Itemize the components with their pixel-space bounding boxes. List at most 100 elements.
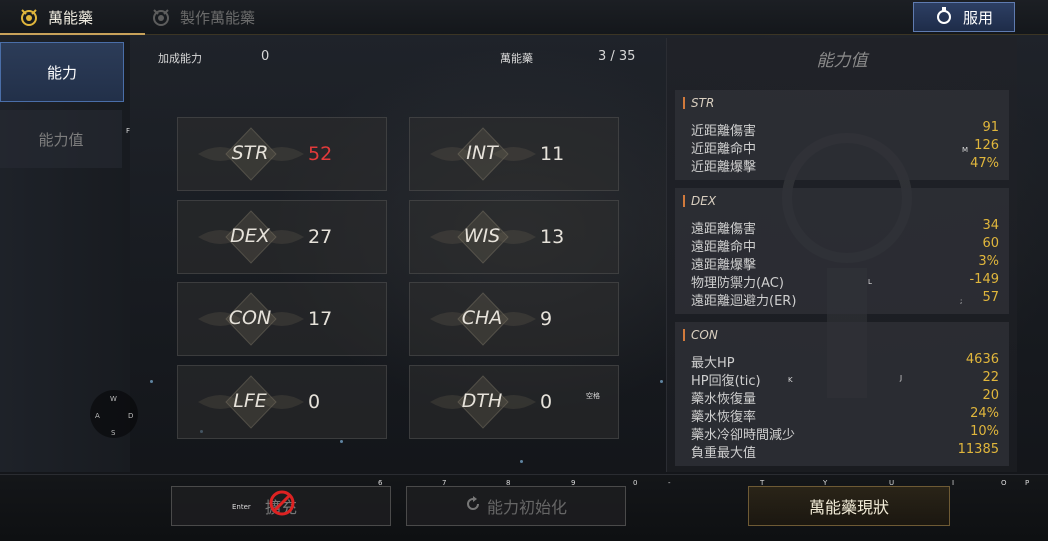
key-hint-w: W bbox=[110, 395, 117, 403]
stat-detail-value: 24% bbox=[970, 406, 999, 421]
stat-detail-value: 126 bbox=[974, 138, 999, 153]
top-bar: 萬能藥 製作萬能藥 服用 bbox=[0, 0, 1048, 35]
tab-craft-elixir[interactable]: 製作萬能藥 bbox=[150, 0, 255, 34]
prohibited-icon bbox=[269, 490, 295, 516]
section-dex: DEX 遠距離傷害 34 遠距離命中 60 遠距離爆擊 3% 物理防禦力(AC) -149 遠距… bbox=[675, 188, 1009, 314]
stat-value: 11 bbox=[540, 143, 565, 165]
elixir-emblem-icon bbox=[18, 6, 40, 28]
key-hint-p: P bbox=[1025, 479, 1030, 487]
stat-detail-value: 3% bbox=[978, 254, 999, 269]
menu-item-ability-value[interactable]: 能力值 bbox=[0, 110, 122, 168]
stat-detail-label: 近距離爆擊 bbox=[691, 160, 757, 175]
key-hint-0: 0 bbox=[633, 479, 638, 487]
stat-detail-row: 藥水恢復量 20 bbox=[691, 388, 999, 407]
stat-detail-value: 10% bbox=[970, 424, 999, 439]
stat-name: STR bbox=[231, 142, 269, 164]
reset-ability-label: 能力初始化 bbox=[486, 498, 567, 517]
stat-name: DTH bbox=[461, 390, 503, 412]
key-hint-t: T bbox=[760, 479, 765, 487]
key-hint-8: 8 bbox=[506, 479, 511, 487]
key-hint-9: 9 bbox=[571, 479, 576, 487]
stat-detail-row: 近距離傷害 91 bbox=[691, 120, 999, 139]
menu-item-ability-value-label: 能力值 bbox=[38, 130, 84, 149]
movement-joystick[interactable]: W A D S bbox=[90, 390, 138, 438]
stat-value: 9 bbox=[540, 308, 553, 330]
key-hint-6: 6 bbox=[378, 479, 383, 487]
section-con: CON 最大HP 4636 HP回復(tic) 22 藥水恢復量 20 藥水恢復率 24% 藥水… bbox=[675, 322, 1009, 466]
use-button[interactable]: 服用 bbox=[913, 2, 1015, 32]
stat-card-wis[interactable]: WIS 13 bbox=[409, 200, 619, 274]
menu-item-ability[interactable]: 能力 bbox=[0, 42, 124, 102]
elixir-status-button[interactable]: 萬能藥現狀 bbox=[748, 486, 950, 526]
key-hint-enter: Enter bbox=[232, 503, 251, 511]
panel-title: 能力值 bbox=[816, 51, 868, 71]
stat-detail-row: 最大HP 4636 bbox=[691, 352, 999, 371]
key-hint-d: D bbox=[128, 412, 134, 420]
stat-value: 0 bbox=[308, 391, 321, 413]
key-hint-m: M bbox=[962, 146, 969, 154]
stat-card-con[interactable]: CON 17 bbox=[177, 282, 387, 356]
stat-name: CON bbox=[228, 307, 272, 329]
stat-card-str[interactable]: STR 52 bbox=[177, 117, 387, 191]
stat-name: INT bbox=[466, 142, 498, 164]
stat-detail-row: 物理防禦力(AC) -149 bbox=[691, 272, 999, 291]
expand-button[interactable]: Enter 擴充 bbox=[171, 486, 391, 526]
stat-value: 0 bbox=[540, 391, 553, 413]
stat-card-int[interactable]: INT 11 bbox=[409, 117, 619, 191]
stat-detail-row: 藥水冷卻時間減少 10% bbox=[691, 424, 999, 443]
stat-detail-label: 藥水恢復率 bbox=[691, 410, 757, 425]
stat-detail-label: 物理防禦力(AC) bbox=[691, 276, 784, 291]
key-hint-l: L bbox=[868, 278, 872, 286]
particle bbox=[520, 460, 523, 463]
stat-detail-value: 47% bbox=[970, 156, 999, 171]
section-str-title: STR bbox=[691, 96, 715, 110]
stat-detail-label: 遠距離命中 bbox=[691, 240, 757, 255]
stat-name: CHA bbox=[461, 307, 503, 329]
stat-detail-value: 91 bbox=[982, 120, 999, 135]
bonus-value: 0 bbox=[261, 49, 270, 64]
stat-card-cha[interactable]: CHA 9 bbox=[409, 282, 619, 356]
key-hint-i: I bbox=[952, 479, 955, 487]
refresh-icon bbox=[465, 496, 481, 516]
elixir-count-value: 3 / 35 bbox=[598, 49, 636, 64]
elixir-count-label: 萬能藥 bbox=[500, 52, 533, 65]
reset-ability-button[interactable]: 能力初始化 bbox=[406, 486, 626, 526]
stat-detail-label: 負重最大值 bbox=[691, 446, 757, 461]
section-str: STR 近距離傷害 91 近距離命中 126 近距離爆擊 47% bbox=[675, 90, 1009, 180]
stat-detail-value: 60 bbox=[982, 236, 999, 251]
stat-detail-label: 遠距離迴避力(ER) bbox=[691, 294, 797, 309]
key-hint-space: 空格 bbox=[586, 392, 600, 400]
key-hint-dash: - bbox=[668, 479, 671, 487]
craft-emblem-icon bbox=[150, 6, 172, 28]
section-accent bbox=[683, 195, 685, 207]
stat-detail-value: 34 bbox=[982, 218, 999, 233]
key-hint-a: A bbox=[95, 412, 100, 420]
stat-card-dth[interactable]: DTH 0 bbox=[409, 365, 619, 439]
section-con-title: CON bbox=[691, 328, 718, 342]
stat-card-lfe[interactable]: LFE 0 bbox=[177, 365, 387, 439]
stat-detail-label: 最大HP bbox=[691, 356, 735, 371]
section-dex-title: DEX bbox=[691, 194, 717, 208]
stat-detail-row: 遠距離迴避力(ER) 57 bbox=[691, 290, 999, 309]
stat-detail-row: HP回復(tic) 22 bbox=[691, 370, 999, 389]
key-hint-semicolon: ; bbox=[960, 297, 963, 305]
stat-detail-row: 遠距離命中 60 bbox=[691, 236, 999, 255]
stat-detail-label: 近距離傷害 bbox=[691, 124, 757, 139]
stat-detail-row: 藥水恢復率 24% bbox=[691, 406, 999, 425]
bonus-label: 加成能力 bbox=[158, 52, 202, 65]
menu-item-ability-label: 能力 bbox=[46, 63, 77, 82]
particle bbox=[340, 440, 343, 443]
elixir-status-label: 萬能藥現狀 bbox=[808, 498, 889, 517]
particle bbox=[150, 380, 153, 383]
stat-detail-value: 11385 bbox=[957, 442, 999, 457]
use-button-label: 服用 bbox=[962, 8, 993, 27]
section-accent bbox=[683, 329, 685, 341]
key-hint-s: S bbox=[111, 429, 116, 437]
tab-elixir[interactable]: 萬能藥 bbox=[0, 0, 146, 35]
stat-detail-label: HP回復(tic) bbox=[691, 374, 761, 389]
key-hint-7: 7 bbox=[442, 479, 447, 487]
ability-value-panel: 能力值 STR 近距離傷害 91 近距離命中 126 近距離爆擊 47% DEX 遠距離傷… bbox=[666, 38, 1017, 472]
stat-detail-value: 20 bbox=[982, 388, 999, 403]
stat-card-dex[interactable]: DEX 27 bbox=[177, 200, 387, 274]
stat-detail-value: -149 bbox=[969, 272, 999, 287]
